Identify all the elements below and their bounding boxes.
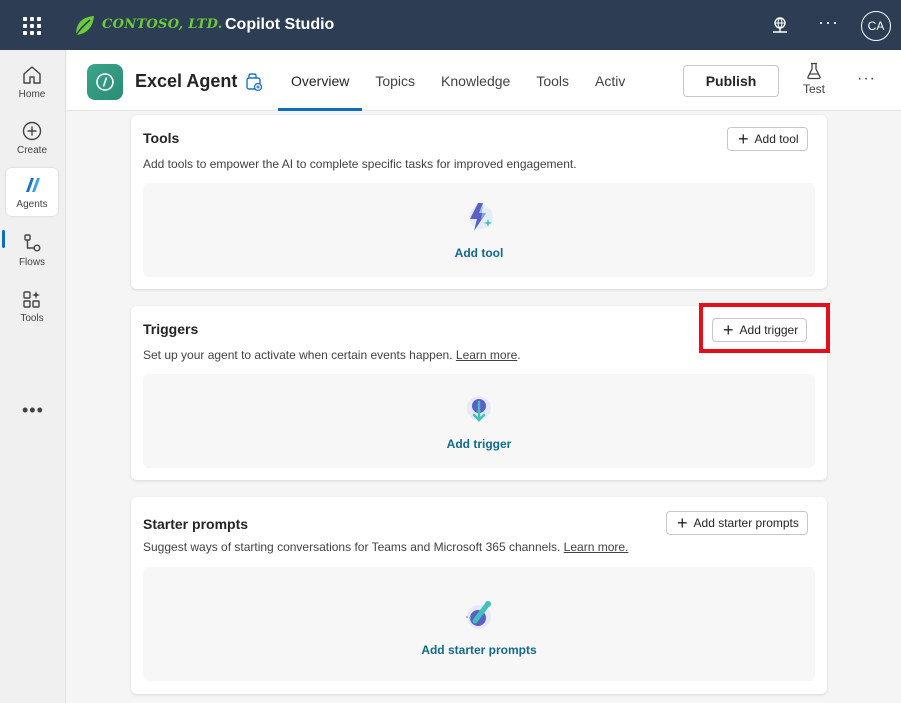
starter-prompts-icon — [466, 601, 491, 629]
triggers-description-text: Set up your agent to activate when certa… — [143, 348, 453, 362]
add-trigger-link[interactable]: Add trigger — [143, 437, 815, 451]
tools-card: Tools Add tools to empower the AI to com… — [131, 115, 827, 289]
tab-overview[interactable]: Overview — [278, 50, 363, 111]
test-button[interactable]: Test — [798, 62, 830, 102]
starter-prompts-card-title: Starter prompts — [143, 516, 249, 532]
rail-item-flows[interactable]: Flows — [6, 226, 58, 274]
rail-label-agents: Agents — [16, 199, 48, 210]
rail-more-icon[interactable]: ••• — [22, 400, 44, 421]
starter-prompts-card-description: Suggest ways of starting conversations f… — [143, 540, 628, 554]
app-launcher-icon[interactable] — [23, 17, 41, 35]
tools-icon — [23, 291, 40, 308]
triggers-description-period: . — [517, 348, 521, 362]
highlight-box — [699, 303, 830, 353]
add-tool-button[interactable]: + Add tool — [727, 127, 808, 151]
flows-icon — [24, 234, 41, 252]
rail-label-home: Home — [18, 89, 46, 100]
rail-active-indicator — [2, 230, 5, 248]
lightning-icon — [469, 203, 493, 231]
triggers-card-title: Triggers — [143, 321, 199, 337]
agents-icon — [26, 178, 40, 192]
plus-icon: + — [677, 513, 688, 533]
add-starter-prompts-button-label: Add starter prompts — [693, 516, 799, 530]
agent-settings-icon[interactable] — [245, 72, 263, 92]
starter-prompts-description-text: Suggest ways of starting conversations f… — [143, 540, 561, 554]
agent-logo — [87, 64, 123, 100]
agent-name: Excel Agent — [135, 71, 238, 91]
triggers-empty-state: Add trigger — [143, 374, 815, 468]
tab-activity[interactable]: Activ — [582, 50, 638, 111]
starter-prompts-card: Starter prompts Suggest ways of starting… — [131, 497, 827, 694]
tab-tools[interactable]: Tools — [523, 50, 582, 111]
triggers-learn-more-link[interactable]: Learn more — [456, 348, 517, 362]
tools-card-description: Add tools to empower the AI to complete … — [143, 157, 577, 171]
home-icon — [23, 66, 41, 84]
app-title[interactable]: Copilot Studio — [225, 16, 334, 34]
agent-tabs: Overview Topics Knowledge Tools Activ — [278, 50, 638, 111]
brand-name: CONTOSO, LTD. — [102, 17, 223, 32]
rail-label-create: Create — [16, 145, 47, 156]
publish-button[interactable]: Publish — [683, 65, 779, 97]
agent-code-icon — [96, 73, 114, 91]
test-label: Test — [802, 82, 825, 96]
tab-topics[interactable]: Topics — [362, 50, 428, 111]
environment-icon[interactable] — [770, 16, 790, 34]
rail-item-tools[interactable]: Tools — [6, 282, 58, 330]
trigger-icon — [467, 396, 491, 422]
add-tool-link[interactable]: Add tool — [143, 246, 815, 260]
top-bar: CONTOSO, LTD. Copilot Studio ··· CA — [0, 0, 901, 50]
starter-prompts-learn-more-link[interactable]: Learn more. — [564, 540, 629, 554]
header-more-icon[interactable]: ··· — [857, 70, 876, 88]
add-starter-prompts-button[interactable]: + Add starter prompts — [666, 511, 808, 535]
rail-label-flows: Flows — [18, 257, 46, 268]
tab-knowledge[interactable]: Knowledge — [428, 50, 523, 111]
agent-header: Excel Agent Overview Topics Knowledge To… — [67, 50, 901, 111]
top-more-icon[interactable]: ··· — [818, 12, 839, 33]
starter-prompts-empty-state: Add starter prompts — [143, 567, 815, 681]
avatar[interactable]: CA — [861, 11, 891, 41]
rail-label-tools: Tools — [20, 313, 44, 324]
left-rail: Home Create Agents Flows Tools ••• — [0, 50, 66, 703]
tools-card-title: Tools — [143, 130, 180, 146]
flask-icon — [807, 62, 821, 80]
triggers-card-description: Set up your agent to activate when certa… — [143, 348, 521, 362]
rail-item-agents[interactable]: Agents — [6, 168, 58, 216]
contoso-leaf-logo — [75, 16, 94, 36]
plus-icon: + — [738, 129, 749, 149]
add-starter-prompts-link[interactable]: Add starter prompts — [143, 643, 815, 657]
create-icon — [22, 121, 42, 141]
add-tool-button-label: Add tool — [754, 132, 799, 146]
tools-empty-state: Add tool — [143, 183, 815, 277]
rail-item-home[interactable]: Home — [6, 58, 58, 106]
rail-item-create[interactable]: Create — [6, 114, 58, 162]
